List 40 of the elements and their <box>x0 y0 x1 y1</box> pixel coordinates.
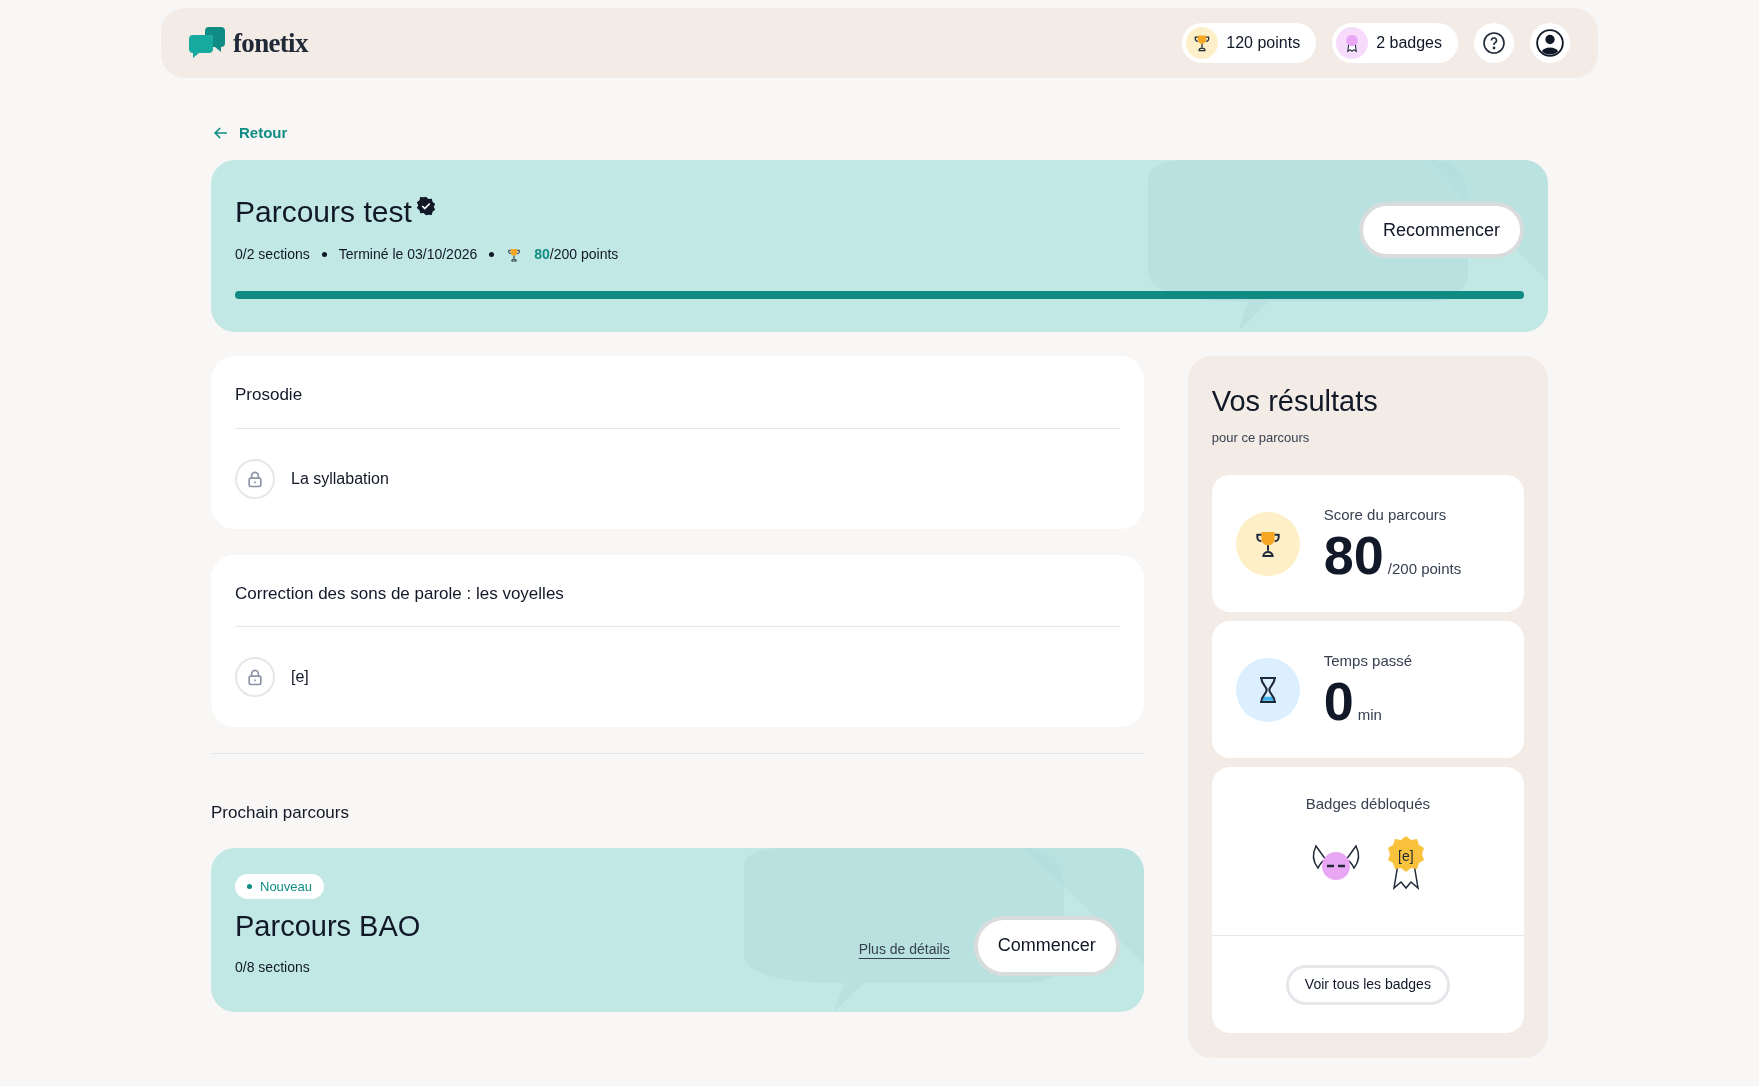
badge-label: [e] <box>1397 846 1415 866</box>
profile-button[interactable] <box>1530 23 1570 63</box>
speech-bubbles-logo-icon <box>189 27 225 59</box>
new-tag: Nouveau <box>235 873 325 899</box>
badges-pill[interactable]: 2 badges <box>1332 23 1458 63</box>
next-course-title: Parcours BAO <box>235 909 421 944</box>
sections-count: 0/2 sections <box>235 245 310 265</box>
trophy-icon <box>506 246 523 263</box>
all-badges-button[interactable]: Voir tous les badges <box>1285 964 1450 1005</box>
lesson-label: La syllabation <box>291 468 389 489</box>
badges-title: Badges débloqués <box>1304 794 1431 815</box>
user-icon <box>1536 29 1564 57</box>
points-pill[interactable]: 120 points <box>1182 23 1317 63</box>
help-icon <box>1482 31 1506 55</box>
restart-button[interactable]: Recommencer <box>1358 202 1524 259</box>
stat-unit: min <box>1357 705 1382 725</box>
section-title: Correction des sons de parole : les voyelles <box>235 554 1120 628</box>
help-button[interactable] <box>1474 23 1514 63</box>
lock-icon <box>235 458 275 499</box>
results-subtitle: pour ce parcours <box>1211 428 1311 447</box>
lesson-label: [e] <box>291 667 309 688</box>
lock-icon <box>235 657 275 698</box>
logo-text: fonetix <box>233 26 308 60</box>
course-title: Parcours test <box>235 194 412 231</box>
stat-value: 0 <box>1323 672 1354 730</box>
results-title: Vos résultats <box>1211 384 1379 420</box>
next-heading: Prochain parcours <box>211 802 350 825</box>
lesson-item[interactable]: [e] <box>235 627 1120 728</box>
details-link[interactable]: Plus de détails <box>858 938 950 960</box>
lesson-item[interactable]: La syllabation <box>235 428 1120 529</box>
stat-unit: /200 points <box>1387 559 1462 579</box>
stat-label: Temps passé <box>1323 650 1413 671</box>
completion-date: Terminé le 03/10/2026 <box>338 245 478 265</box>
sections-count: 0/8 sections <box>235 957 311 977</box>
section-title: Prosodie <box>235 356 1120 429</box>
start-button[interactable]: Commencer <box>973 915 1120 976</box>
stat-value: 80 <box>1323 526 1384 584</box>
course-score: 80/200 points <box>534 245 619 265</box>
stat-label: Score du parcours <box>1323 504 1448 525</box>
back-link[interactable]: Retour <box>211 122 288 145</box>
